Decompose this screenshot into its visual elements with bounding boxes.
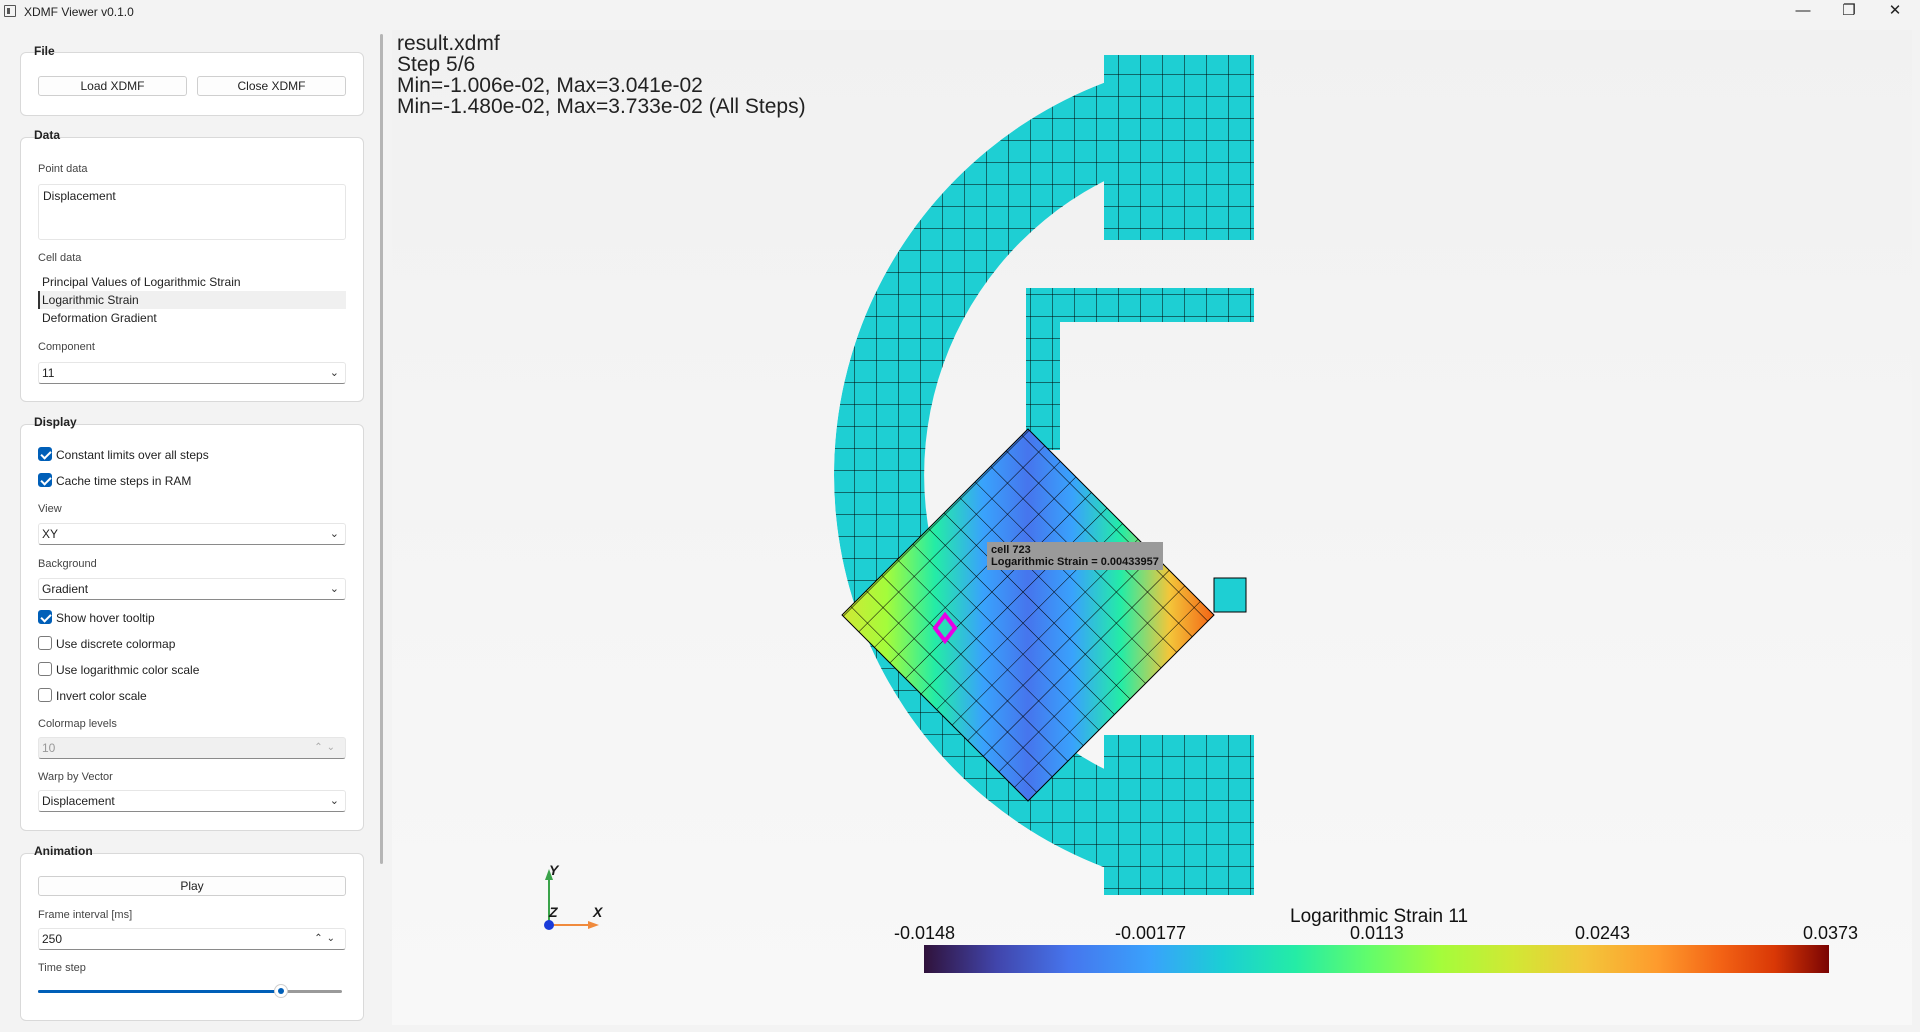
checkbox-checked-icon xyxy=(38,447,52,461)
component-select[interactable]: 11 ⌄ xyxy=(38,362,346,384)
background-label: Background xyxy=(38,558,97,570)
time-step-label: Time step xyxy=(38,962,86,974)
invert-scale-checkbox[interactable]: Invert color scale xyxy=(38,688,147,704)
view-label: View xyxy=(38,503,62,515)
view-value: XY xyxy=(42,527,59,541)
frame-interval-label: Frame interval [ms] xyxy=(38,909,133,921)
mesh-right-tab xyxy=(1213,577,1247,613)
axis-label-y: Y xyxy=(549,862,559,878)
colorbar-tick-3: 0.0243 xyxy=(1575,923,1631,943)
frame-interval-spinbox[interactable]: 250 ⌃⌄ xyxy=(38,928,346,950)
log-scale-label: Use logarithmic color scale xyxy=(56,663,200,677)
log-scale-checkbox[interactable]: Use logarithmic color scale xyxy=(38,662,199,678)
checkbox-checked-icon xyxy=(38,473,52,487)
colorbar-tick-1: -0.00177 xyxy=(1115,923,1187,943)
hover-tooltip-label: Show hover tooltip xyxy=(56,611,155,625)
checkbox-unchecked-icon xyxy=(38,688,52,702)
colormap-levels-label: Colormap levels xyxy=(38,718,117,730)
warp-select[interactable]: Displacement ⌄ xyxy=(38,790,346,812)
file-name-label: result.xdmf xyxy=(397,32,500,55)
load-xdmf-button[interactable]: Load XDMF xyxy=(38,76,187,96)
spin-arrows-icon: ⌃⌄ xyxy=(314,742,339,753)
tooltip-value: Logarithmic Strain = 0.00433957 xyxy=(991,556,1159,568)
point-data-label: Point data xyxy=(38,163,88,175)
cell-data-item-principal[interactable]: Principal Values of Logarithmic Strain xyxy=(38,273,346,291)
step-range-label: Min=-1.006e-02, Max=3.041e-02 xyxy=(397,74,703,97)
render-viewport[interactable]: result.xdmf Step 5/6 Min=-1.006e-02, Max… xyxy=(392,30,1912,1025)
warp-value: Displacement xyxy=(42,794,115,808)
cache-ram-checkbox[interactable]: Cache time steps in RAM xyxy=(38,473,191,489)
app-icon xyxy=(4,5,16,17)
constant-limits-checkbox[interactable]: Constant limits over all steps xyxy=(38,447,209,463)
colormap-levels-spinbox[interactable]: 10 ⌃⌄ xyxy=(38,737,346,759)
window-title: XDMF Viewer v0.1.0 xyxy=(24,5,134,19)
chevron-down-icon: ⌄ xyxy=(329,367,339,379)
checkbox-unchecked-icon xyxy=(38,636,52,650)
step-label: Step 5/6 xyxy=(397,53,476,76)
sidebar-scrollbar[interactable] xyxy=(380,34,383,864)
time-step-slider[interactable] xyxy=(38,984,342,998)
all-steps-range-label: Min=-1.480e-02, Max=3.733e-02 (All Steps… xyxy=(397,95,806,118)
invert-scale-label: Invert color scale xyxy=(56,689,147,703)
tooltip-cell-id: cell 723 xyxy=(991,544,1031,556)
view-select[interactable]: XY ⌄ xyxy=(38,523,346,545)
discrete-colormap-checkbox[interactable]: Use discrete colormap xyxy=(38,636,175,652)
chevron-down-icon: ⌄ xyxy=(329,583,339,595)
file-section-title: File xyxy=(34,44,55,58)
component-value: 11 xyxy=(42,366,55,380)
hover-tooltip-checkbox[interactable]: Show hover tooltip xyxy=(38,610,155,626)
colorbar xyxy=(924,945,1829,973)
z-axis-dot xyxy=(544,920,554,930)
title-bar: XDMF Viewer v0.1.0 — ❐ ✕ xyxy=(0,0,1920,24)
chevron-down-icon: ⌄ xyxy=(329,795,339,807)
colorbar-tick-0: -0.0148 xyxy=(894,923,956,943)
constant-limits-label: Constant limits over all steps xyxy=(56,448,209,462)
cache-ram-label: Cache time steps in RAM xyxy=(56,474,192,488)
frame-interval-value: 250 xyxy=(42,932,63,946)
orientation-axes xyxy=(544,869,599,930)
close-button[interactable]: ✕ xyxy=(1872,0,1918,24)
axis-label-z: Z xyxy=(549,904,558,920)
display-section-title: Display xyxy=(34,415,77,429)
cell-data-label: Cell data xyxy=(38,252,82,264)
component-label: Component xyxy=(38,341,95,353)
cell-data-list[interactable]: Principal Values of Logarithmic Strain L… xyxy=(38,273,346,329)
checkbox-unchecked-icon xyxy=(38,662,52,676)
play-button[interactable]: Play xyxy=(38,876,346,896)
chevron-down-icon: ⌄ xyxy=(329,528,339,540)
colorbar-tick-4: 0.0373 xyxy=(1803,923,1859,943)
background-value: Gradient xyxy=(42,582,89,596)
spin-arrows-icon: ⌃⌄ xyxy=(314,933,339,944)
data-section-title: Data xyxy=(34,128,61,142)
animation-section-title: Animation xyxy=(34,844,93,858)
discrete-colormap-label: Use discrete colormap xyxy=(56,637,176,651)
minimize-button[interactable]: — xyxy=(1780,0,1826,24)
time-step-slider-fill xyxy=(38,990,282,993)
hover-tooltip: cell 723 Logarithmic Strain = 0.00433957 xyxy=(987,542,1163,570)
maximize-button[interactable]: ❐ xyxy=(1826,0,1872,24)
warp-label: Warp by Vector xyxy=(38,771,113,783)
point-data-item-displacement[interactable]: Displacement xyxy=(39,187,345,205)
checkbox-checked-icon xyxy=(38,610,52,624)
close-xdmf-button[interactable]: Close XDMF xyxy=(197,76,346,96)
axis-label-x: X xyxy=(593,904,603,920)
colormap-levels-value: 10 xyxy=(42,741,56,755)
point-data-list[interactable]: Displacement xyxy=(38,184,346,240)
mesh-render xyxy=(544,55,1254,930)
colorbar-tick-2: 0.0113 xyxy=(1350,923,1404,943)
cell-data-item-deformation-gradient[interactable]: Deformation Gradient xyxy=(38,309,346,327)
cell-data-item-log-strain[interactable]: Logarithmic Strain xyxy=(38,291,346,309)
x-axis-arrowhead xyxy=(588,921,599,929)
background-select[interactable]: Gradient ⌄ xyxy=(38,578,346,600)
